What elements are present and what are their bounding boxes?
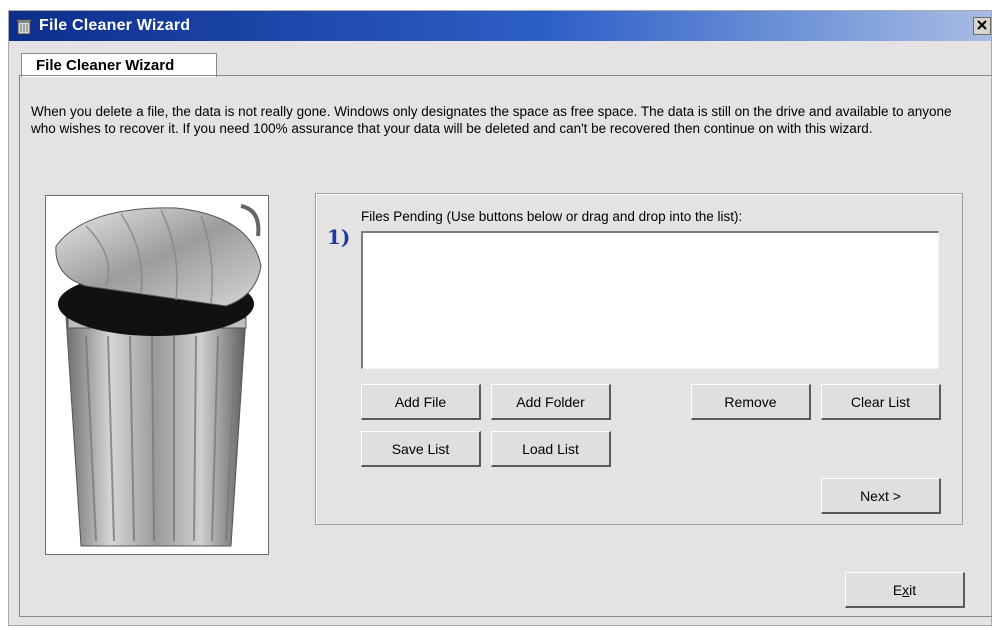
- exit-label-suffix: it: [909, 581, 917, 598]
- save-list-button[interactable]: Save List: [361, 431, 481, 467]
- close-button[interactable]: [973, 17, 991, 35]
- files-pending-label: Files Pending (Use buttons below or drag…: [361, 209, 743, 224]
- exit-label-accelerator: x: [902, 581, 910, 598]
- wizard-description: When you delete a file, the data is not …: [31, 104, 952, 136]
- remove-button[interactable]: Remove: [691, 384, 811, 420]
- exit-button[interactable]: Ex it: [845, 572, 965, 608]
- recycle-bin-icon: [15, 17, 33, 35]
- files-pending-list[interactable]: [361, 231, 939, 369]
- next-button[interactable]: Next >: [821, 478, 941, 514]
- load-list-button[interactable]: Load List: [491, 431, 611, 467]
- wizard-window: File Cleaner Wizard File Cleaner Wizard …: [8, 10, 992, 626]
- exit-label-prefix: E: [892, 581, 903, 598]
- title-bar[interactable]: File Cleaner Wizard: [9, 11, 991, 41]
- clear-list-button[interactable]: Clear List: [821, 384, 941, 420]
- add-file-button[interactable]: Add File: [361, 384, 481, 420]
- trash-can-icon: [55, 204, 262, 547]
- add-folder-button[interactable]: Add Folder: [491, 384, 611, 420]
- trash-can-image: [45, 195, 269, 555]
- window-title: File Cleaner Wizard: [39, 17, 191, 34]
- close-icon: [977, 17, 987, 35]
- step-number: 1): [327, 225, 351, 249]
- tab-file-cleaner-wizard[interactable]: File Cleaner Wizard: [21, 53, 217, 77]
